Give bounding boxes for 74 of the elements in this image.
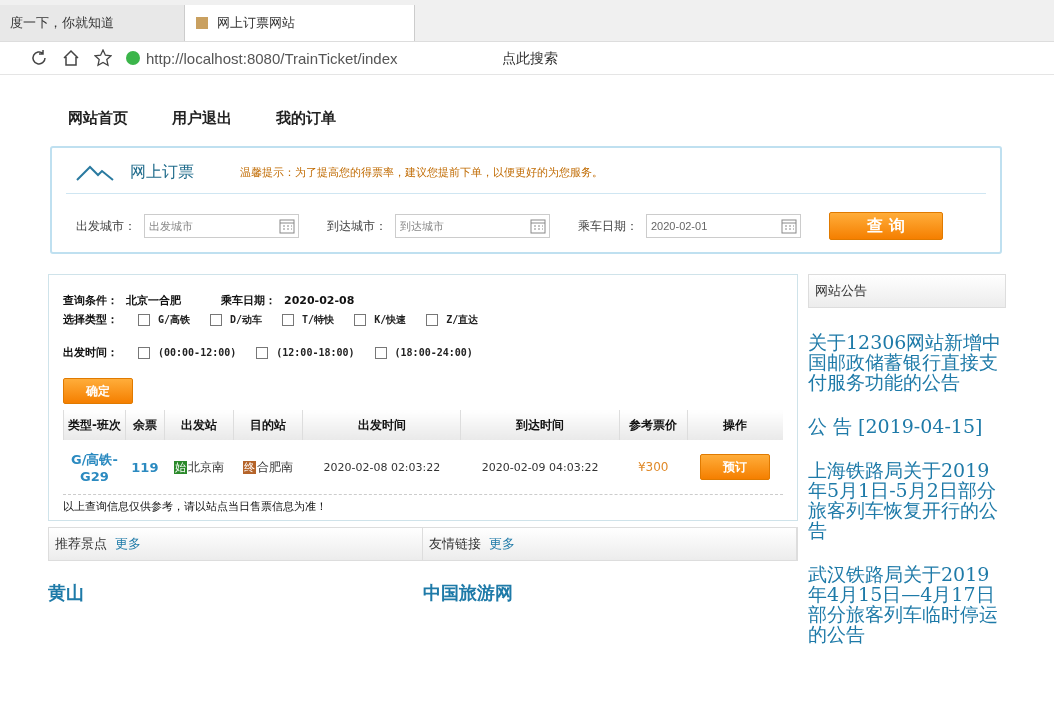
booking-title: 网上订票 [130,162,194,183]
option-label: (00:00-12:00) [158,347,237,358]
column-header: 参考票价 [619,410,688,440]
end-badge: 终 [243,460,257,474]
notice-link[interactable]: 上海铁路局关于2019年5月1日-5月2日部分旅客列车恢复开行的公告 [808,460,1006,540]
notice-link[interactable]: 武汉铁路局关于2019年4月15日—4月17日部分旅客列车临时停运的公告 [808,564,1006,644]
browser-tab[interactable]: 度一下，你就知道 [0,5,185,41]
option-label: T/特快 [302,312,335,327]
column-header: 余票 [125,410,165,440]
checkbox[interactable] [354,313,367,326]
table-cell: 2020-02-08 02:03:22 [302,440,461,494]
column-header: 操作 [687,410,783,440]
list-link[interactable]: 中国旅游网 [423,581,798,605]
page-icon [195,16,209,30]
field-label: 出发城市： [76,217,136,235]
table-cell: 2020-02-09 04:03:22 [461,440,620,494]
date-label: 乘车日期： [221,293,276,308]
checkbox[interactable] [426,313,439,326]
search-field[interactable]: 点此搜索 [500,49,680,67]
station-name: 合肥南 [257,459,294,474]
option-label: D/动车 [230,312,263,327]
calendar-icon [279,218,295,234]
option-label: Z/直达 [446,312,479,327]
section-title: 网站公告 [815,282,867,300]
note-text: 以上查询信息仅供参考，请以站点当日售票信息为准！ [63,494,783,514]
condition-label: 查询条件： [63,293,118,308]
calendar-icon [781,218,797,234]
column-header: 出发站 [164,410,234,440]
checkbox[interactable] [256,346,269,359]
star-icon[interactable] [94,49,112,67]
field-label: 到达城市： [327,217,387,235]
field-label: 乘车日期： [578,217,638,235]
calendar-icon [530,218,546,234]
notice-link[interactable]: 关于12306网站新增中国邮政储蓄银行直接支付服务功能的公告 [808,332,1006,392]
mountain-icon [76,163,114,182]
nav-link[interactable]: 我的订单 [276,109,336,128]
date-text: 2020-02-08 [284,294,355,307]
section-title: 友情链接 [429,535,481,553]
column-header: 到达时间 [461,410,620,440]
column-header: 类型-班次 [63,410,126,440]
more-link[interactable]: 更多 [489,535,515,553]
option-label: K/快速 [374,312,407,327]
column-header: 目的站 [233,410,303,440]
input-field[interactable]: 到达城市 [395,214,550,238]
checkbox[interactable] [282,313,295,326]
address-bar[interactable]: http://localhost:8080/TrainTicket/index [126,49,486,67]
input-field[interactable]: 出发城市 [144,214,299,238]
home-icon[interactable] [62,49,80,67]
nav-link[interactable]: 用户退出 [172,109,232,128]
checkbox[interactable] [374,346,387,359]
option-label: G/高铁 [158,312,191,327]
list-link[interactable]: 黄山 [48,581,423,605]
condition-text: 北京一合肥 [126,293,181,308]
notice-link[interactable]: 公 告 [2019-04-15] [808,416,1006,436]
start-badge: 始 [173,460,187,474]
checkbox[interactable] [210,313,223,326]
type-label: 选择类型： [63,312,118,327]
section-title: 推荐景点 [55,535,107,553]
refresh-icon[interactable] [30,49,48,67]
option-label: (12:00-18:00) [276,347,355,358]
browser-tab[interactable]: 网上订票网站 [185,5,415,41]
remaining-tickets: 119 [131,459,159,475]
nav-link[interactable]: 网站首页 [68,109,128,128]
station-name: 北京南 [187,459,224,474]
option-label: (18:00-24:00) [394,347,473,358]
input-field[interactable]: 2020-02-01 [646,214,801,238]
checkbox[interactable] [138,346,150,359]
checkbox[interactable] [138,313,150,326]
tip-text: 温馨提示：为了提高您的得票率，建议您提前下单，以便更好的为您服务。 [240,165,603,180]
time-label: 出发时间： [63,345,118,360]
train-link[interactable]: G/高铁-G29 [64,450,125,484]
price-text: ¥300 [619,440,688,494]
more-link[interactable]: 更多 [115,535,141,553]
column-header: 出发时间 [302,410,461,440]
